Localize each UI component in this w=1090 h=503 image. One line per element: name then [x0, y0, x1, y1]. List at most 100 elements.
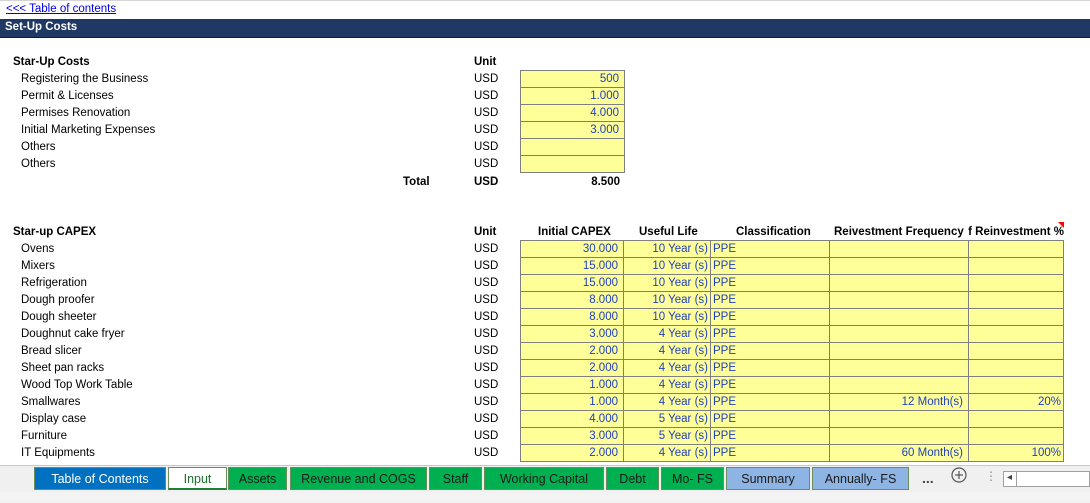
capex-life-cell[interactable]: 5 Year (s) [623, 427, 711, 445]
startup-item-value-cell[interactable]: 1.000 [520, 87, 625, 105]
capex-initial-cell[interactable]: 2.000 [520, 444, 624, 462]
capex-frequency-cell[interactable]: 60 Month(s) [829, 444, 969, 462]
capex-classification-cell[interactable]: PPE [710, 308, 830, 326]
capex-reinvest-pct-cell[interactable]: 20% [968, 393, 1064, 411]
capex-frequency-cell[interactable] [829, 257, 969, 275]
capex-reinvest-pct-cell[interactable] [968, 240, 1064, 258]
capex-classification-cell[interactable]: PPE [710, 410, 830, 428]
capex-life-cell[interactable]: 10 Year (s) [623, 291, 711, 309]
startup-unit-header: Unit [474, 56, 497, 68]
sheet-tab-debt[interactable]: Debt [606, 467, 659, 490]
startup-item-value-cell[interactable] [520, 138, 625, 156]
capex-reinvest-pct-cell[interactable] [968, 427, 1064, 445]
capex-frequency-cell[interactable] [829, 274, 969, 292]
capex-reinvest-pct-cell[interactable] [968, 257, 1064, 275]
capex-reinvest-pct-cell[interactable] [968, 376, 1064, 394]
capex-frequency-cell[interactable] [829, 342, 969, 360]
capex-life-cell[interactable]: 4 Year (s) [623, 393, 711, 411]
capex-initial-cell[interactable]: 15.000 [520, 274, 624, 292]
startup-item-unit: USD [474, 158, 499, 170]
capex-frequency-cell[interactable] [829, 359, 969, 377]
capex-item-label: Wood Top Work Table [21, 379, 133, 391]
capex-classification-cell[interactable]: PPE [710, 291, 830, 309]
capex-reinvest-pct-cell[interactable] [968, 410, 1064, 428]
capex-frequency-cell[interactable] [829, 291, 969, 309]
capex-life-cell[interactable]: 4 Year (s) [623, 376, 711, 394]
capex-initial-cell[interactable]: 8.000 [520, 291, 624, 309]
capex-item-label: Smallwares [21, 396, 81, 408]
sheet-tab-assets[interactable]: Assets [228, 467, 287, 490]
scroll-left-arrow-icon[interactable]: ◂ [1003, 471, 1017, 487]
sheet-tab-staff[interactable]: Staff [429, 467, 482, 490]
startup-item-value-cell[interactable]: 4.000 [520, 104, 625, 122]
capex-reinvest-pct-cell[interactable]: 100% [968, 444, 1064, 462]
capex-classification-header: Classification [736, 226, 811, 238]
add-sheet-button[interactable] [950, 466, 968, 487]
sheet-tab-table-of-contents[interactable]: Table of Contents [34, 467, 166, 490]
capex-reinvest-pct-cell[interactable] [968, 325, 1064, 343]
capex-initial-cell[interactable]: 30.000 [520, 240, 624, 258]
capex-life-cell[interactable]: 10 Year (s) [623, 240, 711, 258]
capex-reinvest-pct-cell[interactable] [968, 359, 1064, 377]
capex-classification-cell[interactable]: PPE [710, 376, 830, 394]
capex-life-cell[interactable]: 4 Year (s) [623, 325, 711, 343]
capex-frequency-cell[interactable] [829, 410, 969, 428]
startup-item-unit: USD [474, 124, 499, 136]
capex-classification-cell[interactable]: PPE [710, 359, 830, 377]
capex-reinvest-pct-cell[interactable] [968, 274, 1064, 292]
sheet-tab-input[interactable]: Input [168, 467, 227, 490]
capex-item-label: Refrigeration [21, 277, 87, 289]
capex-life-cell[interactable]: 10 Year (s) [623, 257, 711, 275]
capex-reinvest-pct-cell[interactable] [968, 342, 1064, 360]
capex-initial-cell[interactable]: 3.000 [520, 325, 624, 343]
capex-initial-cell[interactable]: 4.000 [520, 410, 624, 428]
top-gridline [0, 0, 1090, 1]
capex-life-header: Useful Life [639, 226, 698, 238]
capex-frequency-cell[interactable] [829, 308, 969, 326]
startup-total-unit: USD [474, 176, 499, 188]
startup-item-value-cell[interactable]: 500 [520, 70, 625, 88]
capex-initial-cell[interactable]: 1.000 [520, 376, 624, 394]
capex-frequency-cell[interactable] [829, 240, 969, 258]
capex-classification-cell[interactable]: PPE [710, 274, 830, 292]
capex-frequency-cell[interactable] [829, 376, 969, 394]
capex-life-cell[interactable]: 4 Year (s) [623, 444, 711, 462]
more-tabs-button[interactable]: ... [922, 470, 934, 486]
capex-initial-cell[interactable]: 2.000 [520, 359, 624, 377]
capex-initial-cell[interactable]: 15.000 [520, 257, 624, 275]
startup-item-value-cell[interactable]: 3.000 [520, 121, 625, 139]
capex-classification-cell[interactable]: PPE [710, 393, 830, 411]
capex-reinvest-pct-cell[interactable] [968, 308, 1064, 326]
capex-life-cell[interactable]: 4 Year (s) [623, 342, 711, 360]
capex-frequency-cell[interactable]: 12 Month(s) [829, 393, 969, 411]
capex-life-cell[interactable]: 10 Year (s) [623, 308, 711, 326]
capex-frequency-cell[interactable] [829, 427, 969, 445]
capex-reinvest-pct-cell[interactable] [968, 291, 1064, 309]
capex-classification-cell[interactable]: PPE [710, 444, 830, 462]
capex-life-cell[interactable]: 10 Year (s) [623, 274, 711, 292]
table-of-contents-link[interactable]: <<< Table of contents [6, 3, 116, 15]
capex-initial-cell[interactable]: 8.000 [520, 308, 624, 326]
capex-classification-cell[interactable]: PPE [710, 427, 830, 445]
sheet-tab-mo-fs[interactable]: Mo- FS [661, 467, 724, 490]
capex-item-label: Display case [21, 413, 87, 425]
capex-classification-cell[interactable]: PPE [710, 240, 830, 258]
sheet-tab-annually-fs[interactable]: Annually- FS [812, 467, 909, 490]
sheet-tab-summary[interactable]: Summary [726, 467, 810, 490]
startup-item-value-cell[interactable] [520, 155, 625, 173]
sheet-tab-revenue-and-cogs[interactable]: Revenue and COGS [290, 467, 427, 490]
capex-frequency-cell[interactable] [829, 325, 969, 343]
capex-initial-cell[interactable]: 2.000 [520, 342, 624, 360]
startup-item-unit: USD [474, 141, 499, 153]
capex-heading: Star-up CAPEX [13, 226, 97, 238]
tab-split-handle[interactable]: ⋮ [985, 469, 997, 483]
capex-initial-cell[interactable]: 3.000 [520, 427, 624, 445]
capex-classification-cell[interactable]: PPE [710, 342, 830, 360]
comment-indicator-icon[interactable] [1058, 222, 1064, 228]
capex-classification-cell[interactable]: PPE [710, 257, 830, 275]
capex-classification-cell[interactable]: PPE [710, 325, 830, 343]
capex-initial-cell[interactable]: 1.000 [520, 393, 624, 411]
sheet-tab-working-capital[interactable]: Working Capital [484, 467, 604, 490]
capex-life-cell[interactable]: 5 Year (s) [623, 410, 711, 428]
capex-life-cell[interactable]: 4 Year (s) [623, 359, 711, 377]
